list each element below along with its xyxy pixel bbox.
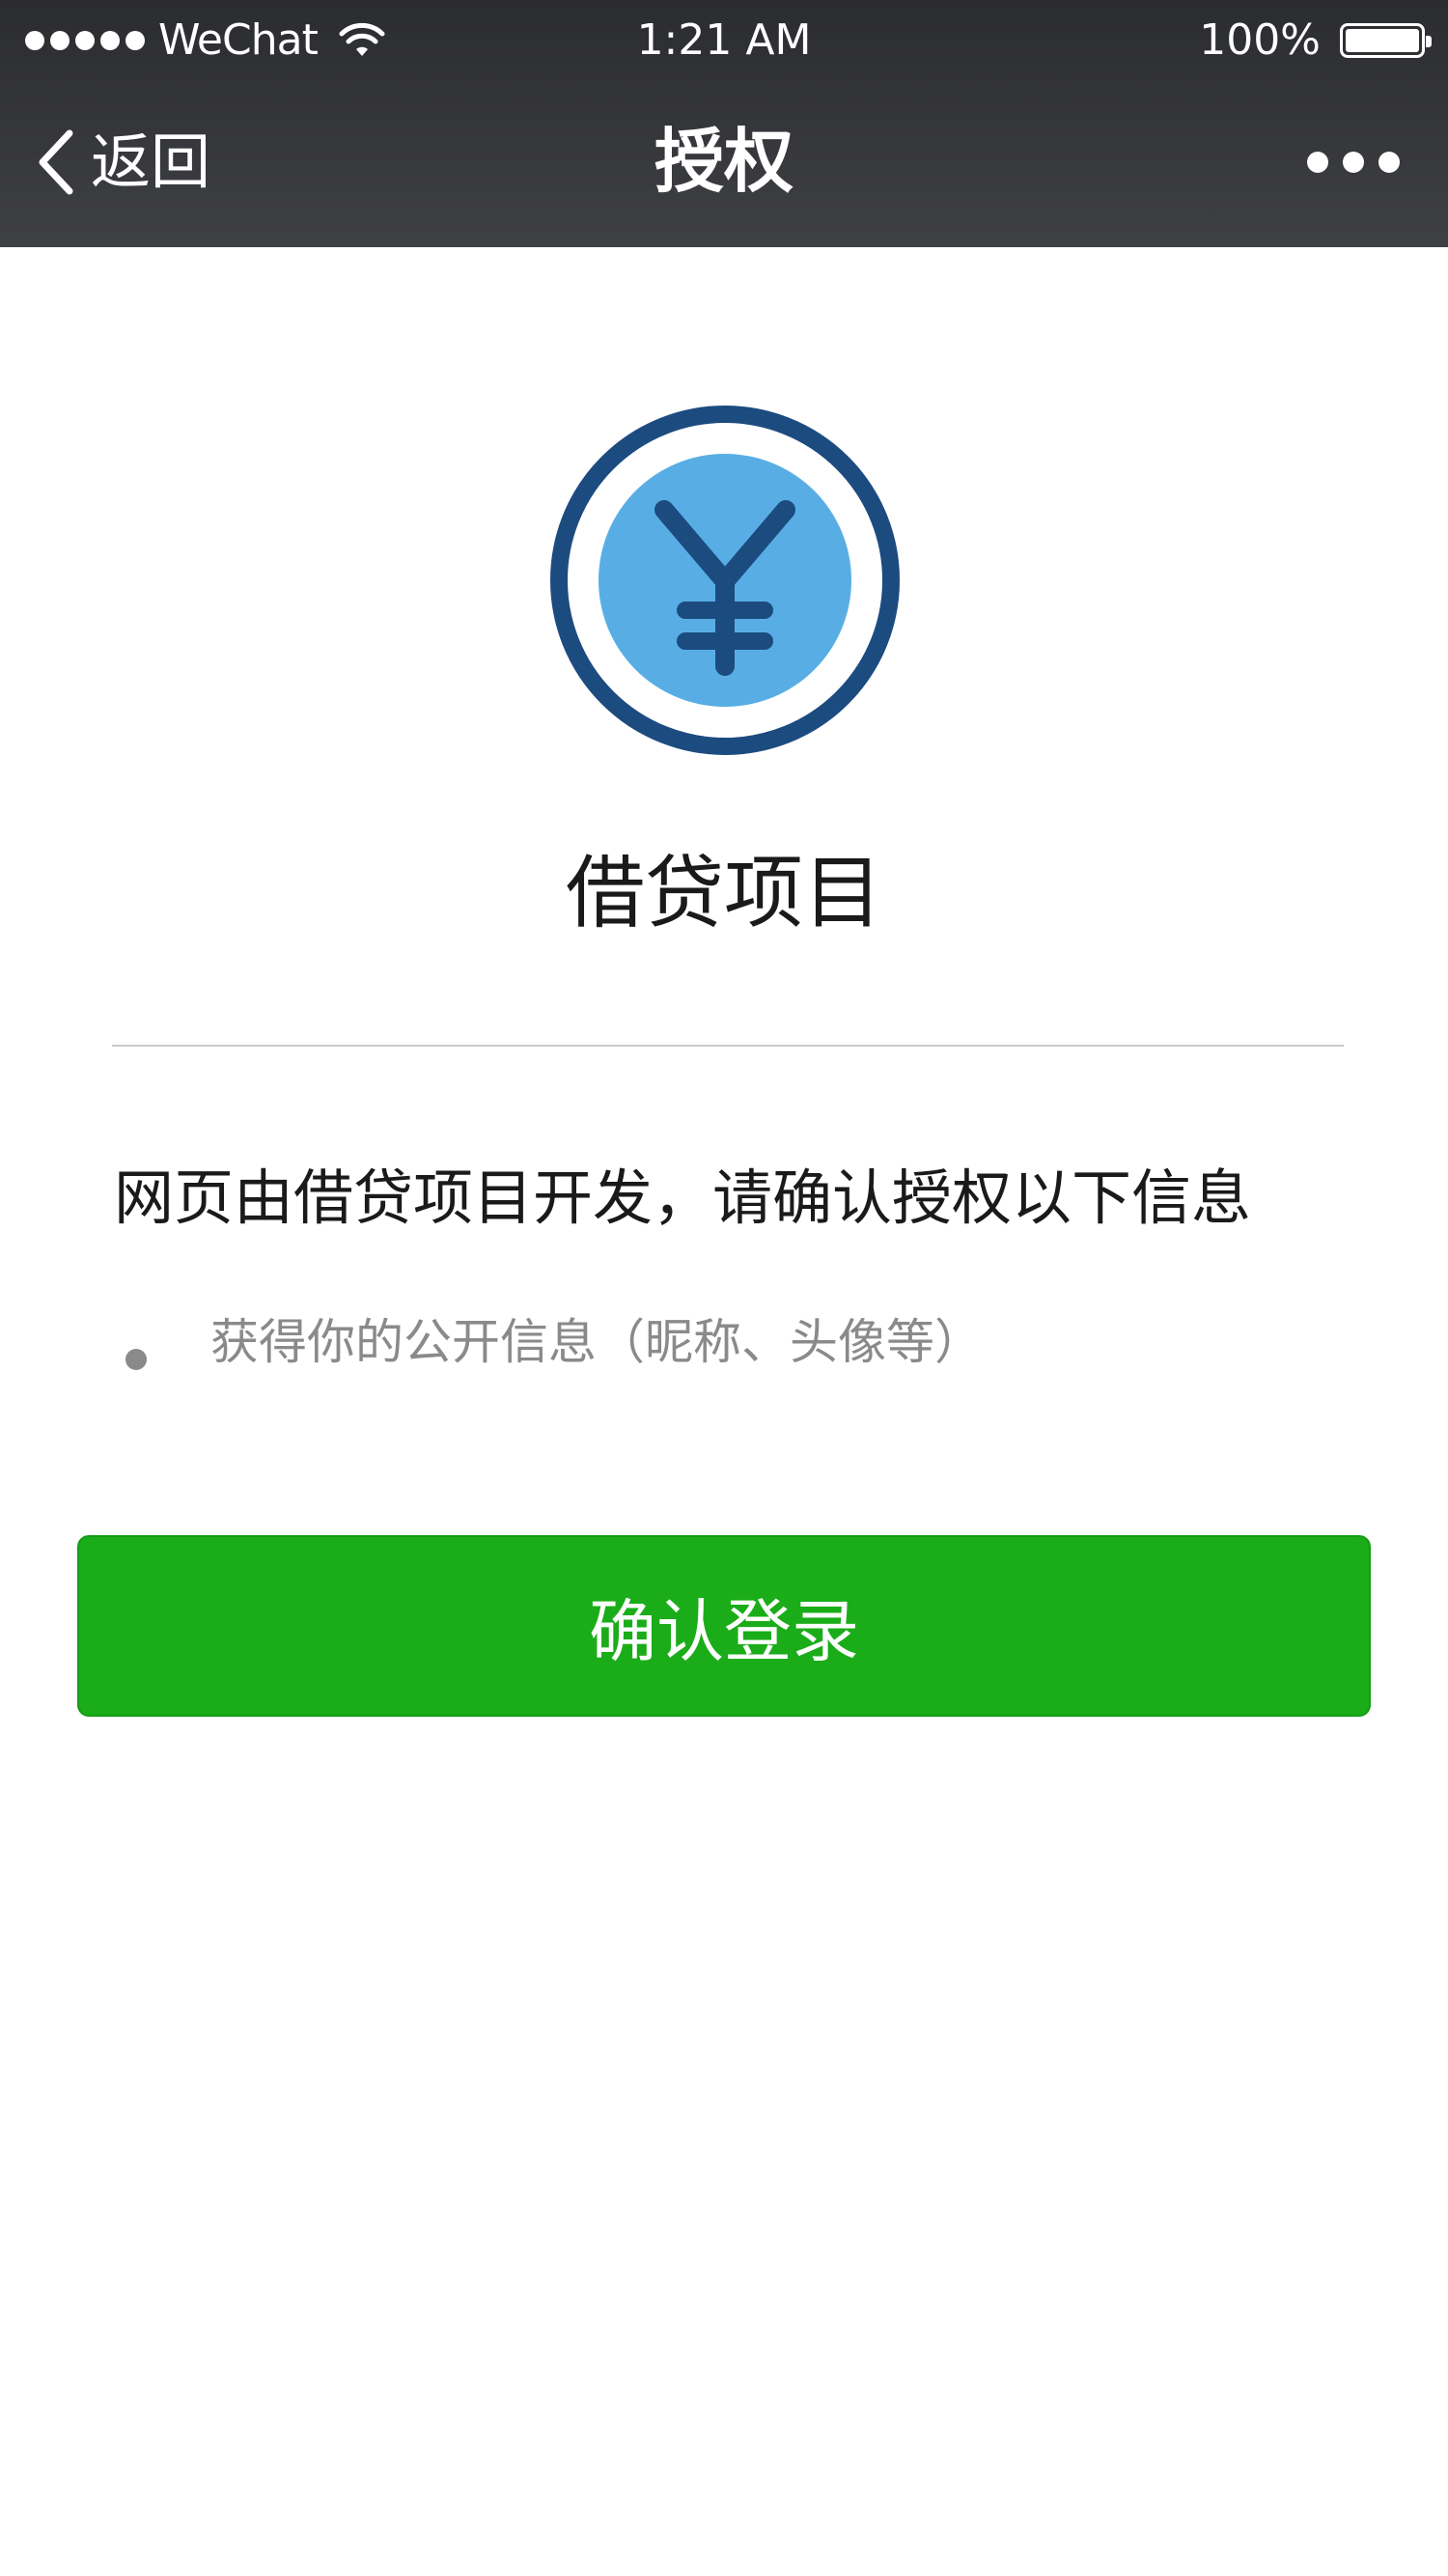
permission-item: 获得你的公开信息（昵称、头像等）	[125, 1305, 983, 1379]
status-right: 100%	[1199, 14, 1432, 68]
authorization-notice: 网页由借贷项目开发，请确认授权以下信息	[114, 1162, 1252, 1233]
bullet-icon	[125, 1349, 147, 1370]
top-bar: WeChat 1:21 AM 100% 返回 授权	[0, 0, 1448, 247]
battery-icon	[1340, 23, 1432, 58]
battery-tip	[1426, 36, 1432, 47]
page-title: 授权	[654, 121, 794, 202]
more-dot	[1378, 152, 1400, 173]
more-options-button[interactable]	[1307, 145, 1400, 180]
more-dot	[1307, 152, 1328, 173]
more-dot	[1343, 152, 1364, 173]
battery-fill	[1346, 29, 1419, 52]
confirm-login-button[interactable]: 确认登录	[77, 1535, 1371, 1717]
yen-coin-icon	[550, 406, 900, 755]
app-name: 借贷项目	[565, 848, 882, 939]
authorization-screen: WeChat 1:21 AM 100% 返回 授权 借贷项目 网页由借贷项目开发…	[0, 0, 1448, 2576]
permission-text: 获得你的公开信息（昵称、头像等）	[210, 1314, 983, 1370]
battery-percent: 100%	[1199, 15, 1321, 65]
divider	[112, 1045, 1344, 1047]
